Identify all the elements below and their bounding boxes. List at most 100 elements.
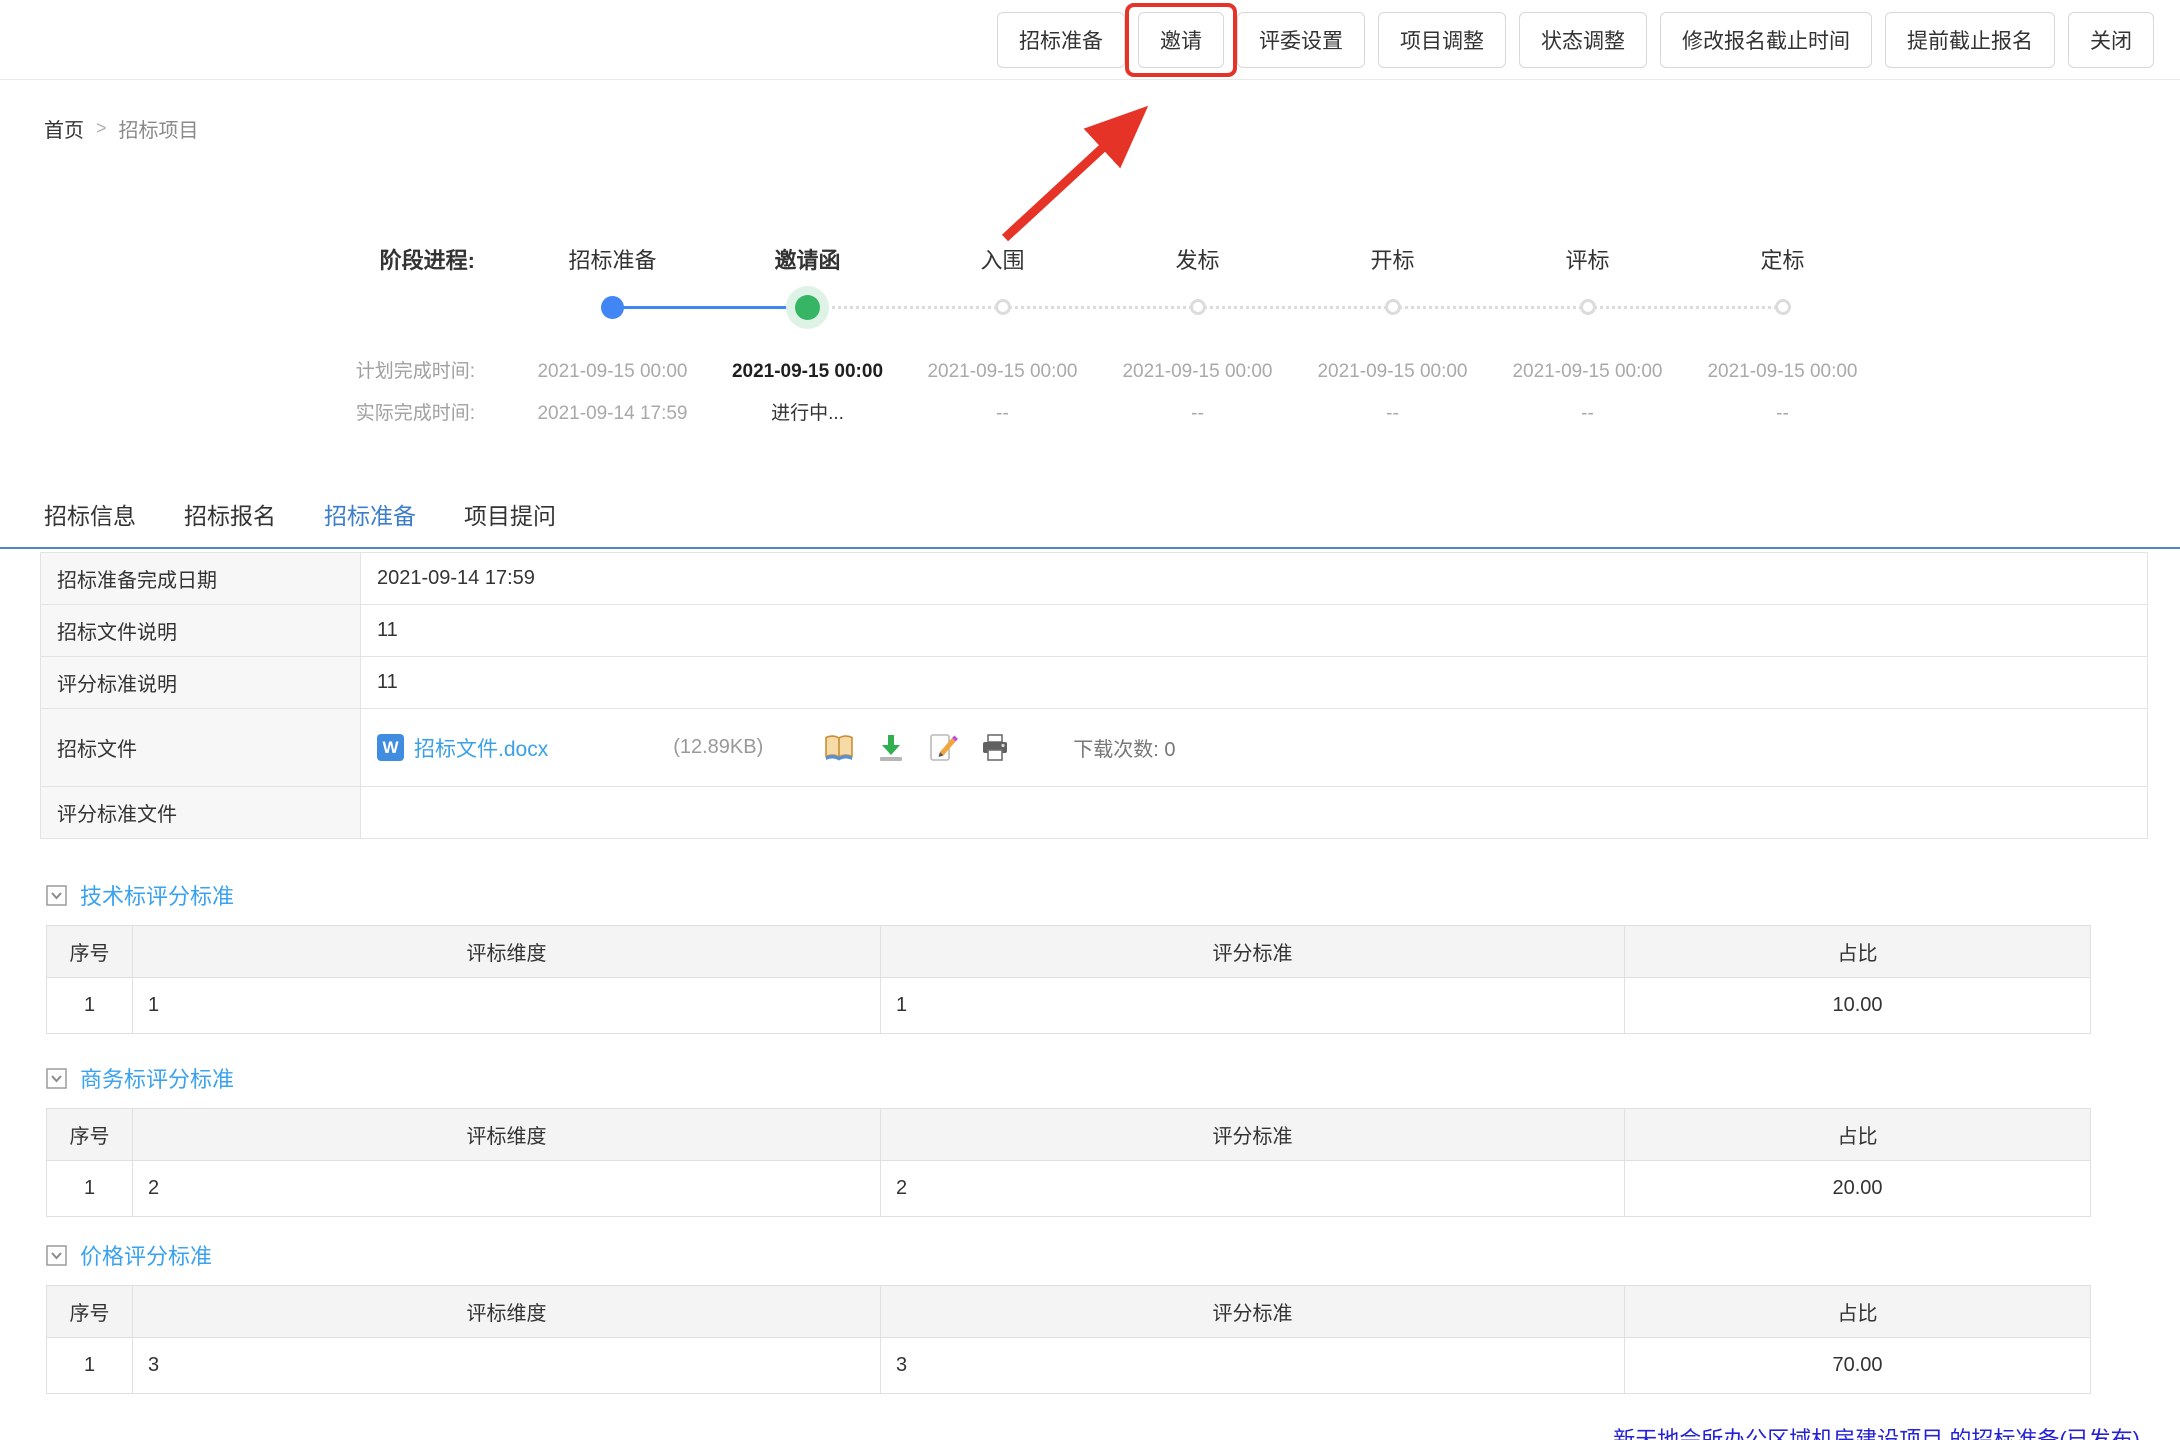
stage-column: 定标 2021-09-15 00:00 -- [1685, 239, 1880, 435]
row-value [361, 787, 2148, 838]
row-label: 招标文件 [41, 709, 361, 786]
stage-plan-time: 2021-09-15 00:00 [710, 351, 905, 393]
row-label: 招标文件说明 [41, 605, 361, 656]
print-icon[interactable] [979, 732, 1011, 764]
cell-criteria: 1 [881, 978, 1625, 1034]
close-button[interactable]: 关闭 [2068, 12, 2154, 68]
stage-column: 发标 2021-09-15 00:00 -- [1100, 239, 1295, 435]
file-size: (12.89KB) [673, 736, 763, 759]
bid-prepare-button[interactable]: 招标准备 [997, 12, 1125, 68]
col-header-dimension: 评标维度 [133, 1109, 881, 1161]
col-header-ratio: 占比 [1625, 1286, 2091, 1338]
collapse-icon[interactable] [46, 885, 67, 906]
col-header-ratio: 占比 [1625, 926, 2091, 978]
judge-setting-button[interactable]: 评委设置 [1237, 12, 1365, 68]
tab-bid-prepare[interactable]: 招标准备 [324, 497, 416, 547]
stage-name: 发标 [1100, 239, 1295, 283]
criteria-table-technical: 序号 评标维度 评分标准 占比 1 1 1 10.00 [46, 925, 2091, 1034]
edit-icon[interactable] [927, 732, 959, 764]
cell-index: 1 [47, 978, 133, 1034]
stage-progress: 阶段进程: 计划完成时间: 实际完成时间: 招标准备 2021-09-15 00… [0, 239, 2180, 435]
section-title-technical: 技术标评分标准 [46, 879, 2180, 911]
cell-ratio: 20.00 [1625, 1161, 2091, 1217]
project-status-link[interactable]: 新天地会所办公区域机房建设项目 的招标准备(已发布) [0, 1422, 2180, 1440]
table-row: 1 3 3 70.00 [47, 1338, 2091, 1394]
section-title-text[interactable]: 价格评分标准 [80, 1239, 212, 1271]
cell-index: 1 [47, 1338, 133, 1394]
table-row: 评分标准文件 [41, 787, 2148, 839]
row-value: 11 [361, 657, 2148, 708]
stage-dot-pending [1580, 299, 1596, 315]
breadcrumb-current: 招标项目 [119, 114, 199, 143]
plan-time-label: 计划完成时间: [0, 351, 475, 393]
invite-button[interactable]: 邀请 [1138, 12, 1224, 68]
section-title-text[interactable]: 商务标评分标准 [80, 1062, 234, 1094]
highlight-box: 邀请 [1125, 3, 1237, 77]
stage-dot-done [601, 296, 624, 319]
col-header-ratio: 占比 [1625, 1109, 2091, 1161]
book-icon[interactable] [823, 732, 855, 764]
stage-column: 评标 2021-09-15 00:00 -- [1490, 239, 1685, 435]
cell-dimension: 1 [133, 978, 881, 1034]
stage-actual-time: 进行中... [710, 393, 905, 435]
col-header-criteria: 评分标准 [881, 1109, 1625, 1161]
table-row: 1 2 2 20.00 [47, 1161, 2091, 1217]
table-row: 招标准备完成日期 2021-09-14 17:59 [41, 553, 2148, 605]
cell-dimension: 2 [133, 1161, 881, 1217]
file-link[interactable]: 招标文件.docx [414, 733, 548, 763]
stage-progress-label: 阶段进程: [0, 239, 475, 283]
cell-criteria: 2 [881, 1161, 1625, 1217]
file-row-value: W 招标文件.docx (12.89KB) [361, 709, 2148, 786]
stage-name: 评标 [1490, 239, 1685, 283]
stage-name: 开标 [1295, 239, 1490, 283]
row-label: 招标准备完成日期 [41, 553, 361, 604]
stage-actual-time: -- [1295, 393, 1490, 435]
early-close-signup-button[interactable]: 提前截止报名 [1885, 12, 2055, 68]
stage-actual-time: -- [1685, 393, 1880, 435]
stage-dot-current [795, 295, 820, 320]
stage-plan-time: 2021-09-15 00:00 [1490, 351, 1685, 393]
tab-bid-signup[interactable]: 招标报名 [184, 497, 276, 547]
download-icon[interactable] [875, 732, 907, 764]
tab-bar: 招标信息 招标报名 招标准备 项目提问 [0, 497, 2180, 549]
breadcrumb-home[interactable]: 首页 [44, 114, 84, 143]
stage-actual-time: -- [1100, 393, 1295, 435]
breadcrumb: 首页 > 招标项目 [44, 114, 2180, 143]
section-title-text[interactable]: 技术标评分标准 [80, 879, 234, 911]
breadcrumb-separator-icon: > [96, 118, 107, 139]
stage-column: 招标准备 2021-09-15 00:00 2021-09-14 17:59 [515, 239, 710, 435]
section-title-business: 商务标评分标准 [46, 1062, 2180, 1094]
status-adjust-button[interactable]: 状态调整 [1519, 12, 1647, 68]
stage-plan-time: 2021-09-15 00:00 [905, 351, 1100, 393]
modify-deadline-button[interactable]: 修改报名截止时间 [1660, 12, 1872, 68]
stage-plan-time: 2021-09-15 00:00 [1100, 351, 1295, 393]
project-adjust-button[interactable]: 项目调整 [1378, 12, 1506, 68]
stage-actual-time: -- [905, 393, 1100, 435]
criteria-table-price: 序号 评标维度 评分标准 占比 1 3 3 70.00 [46, 1285, 2091, 1394]
col-header-criteria: 评分标准 [881, 1286, 1625, 1338]
stage-column: 入围 2021-09-15 00:00 -- [905, 239, 1100, 435]
criteria-table-business: 序号 评标维度 评分标准 占比 1 2 2 20.00 [46, 1108, 2091, 1217]
stage-column: 开标 2021-09-15 00:00 -- [1295, 239, 1490, 435]
row-label: 评分标准文件 [41, 787, 361, 838]
stage-dot-pending [1385, 299, 1401, 315]
stage-name: 定标 [1685, 239, 1880, 283]
collapse-icon[interactable] [46, 1068, 67, 1089]
stage-plan-time: 2021-09-15 00:00 [1295, 351, 1490, 393]
table-row: 评分标准说明 11 [41, 657, 2148, 709]
stage-dot-pending [995, 299, 1011, 315]
col-header-dimension: 评标维度 [133, 1286, 881, 1338]
tab-bid-info[interactable]: 招标信息 [44, 497, 136, 547]
stage-name: 邀请函 [710, 239, 905, 283]
collapse-icon[interactable] [46, 1245, 67, 1266]
stage-actual-time: -- [1490, 393, 1685, 435]
col-header-index: 序号 [47, 926, 133, 978]
tab-project-question[interactable]: 项目提问 [464, 497, 556, 547]
row-label: 评分标准说明 [41, 657, 361, 708]
progress-labels: 阶段进程: 计划完成时间: 实际完成时间: [0, 239, 515, 435]
word-file-icon: W [377, 734, 404, 761]
section-title-price: 价格评分标准 [46, 1239, 2180, 1271]
download-count: 下载次数: 0 [1073, 733, 1175, 762]
stage-name: 入围 [905, 239, 1100, 283]
table-row: 1 1 1 10.00 [47, 978, 2091, 1034]
